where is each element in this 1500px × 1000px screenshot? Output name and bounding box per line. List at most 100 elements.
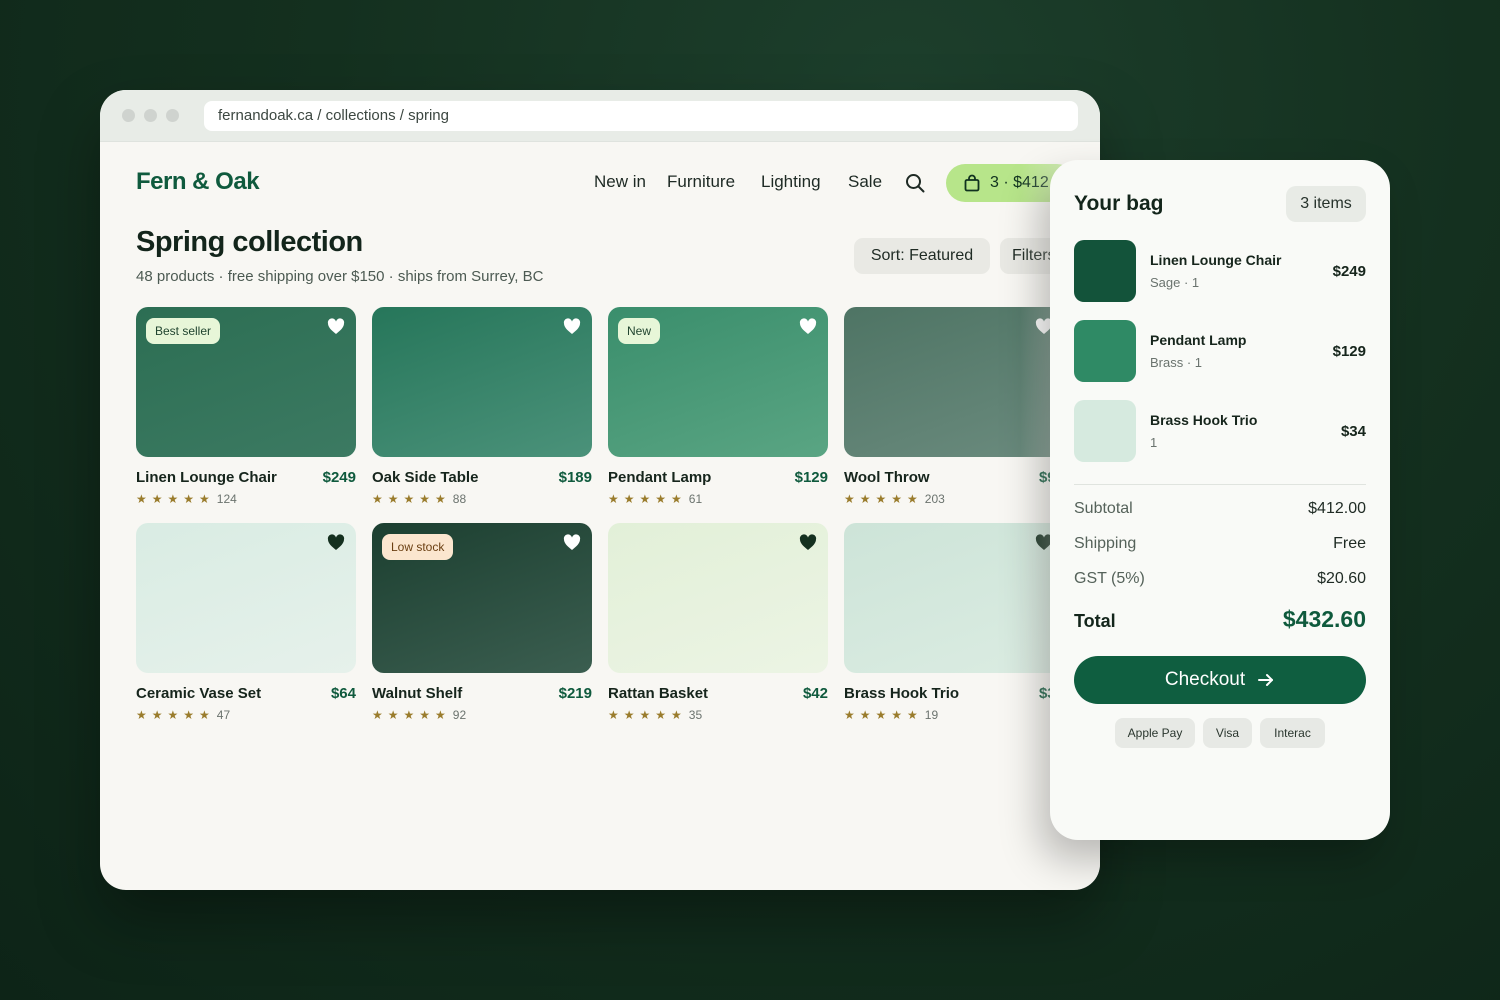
page-subtitle: 48 products · free shipping over $150 · … xyxy=(136,268,544,285)
window-minimize-dot[interactable] xyxy=(144,109,157,122)
product-rating: ★★★★★ 47 xyxy=(136,708,230,722)
star-icons: ★★★★★ xyxy=(372,492,451,506)
product-name[interactable]: Linen Lounge Chair xyxy=(136,469,277,486)
product-price: $249 xyxy=(322,469,356,486)
nav-link-furniture[interactable]: Furniture xyxy=(667,172,735,192)
review-count: 61 xyxy=(688,492,703,506)
product-rating: ★★★★★ 92 xyxy=(372,708,466,722)
bag-item-price: $129 xyxy=(1332,343,1366,360)
product-image[interactable] xyxy=(372,307,592,457)
shopping-bag-icon xyxy=(964,174,980,192)
product-name[interactable]: Ceramic Vase Set xyxy=(136,685,261,702)
bag-item-price: $34 xyxy=(1340,423,1366,440)
heart-icon[interactable] xyxy=(327,318,345,335)
product-name[interactable]: Oak Side Table xyxy=(372,469,478,486)
bag-item-thumbnail xyxy=(1074,320,1136,382)
total-value: $432.60 xyxy=(1282,606,1366,632)
review-count: 124 xyxy=(216,492,237,506)
nav-link-new-in[interactable]: New in xyxy=(594,172,646,192)
payment-visa: Visa xyxy=(1203,718,1252,748)
product-card-linen-lounge-chair[interactable]: Best seller Linen Lounge Chair $249 ★★★★★ 12… xyxy=(136,307,356,506)
star-icons: ★★★★★ xyxy=(136,708,215,722)
product-price: $42 xyxy=(802,685,828,702)
bag-item-thumbnail xyxy=(1074,400,1136,462)
tax-value: $20.60 xyxy=(1317,570,1366,587)
bag-title: Your bag xyxy=(1074,192,1164,215)
heart-icon[interactable] xyxy=(799,318,817,335)
bag-line-linen-lounge-chair[interactable]: Linen Lounge Chair Sage · 1 $249 xyxy=(1074,240,1366,302)
star-icons: ★★★★★ xyxy=(844,708,923,722)
product-card-ceramic-vase-set[interactable]: Ceramic Vase Set $64 ★★★★★ 47 xyxy=(136,523,356,722)
product-name[interactable]: Brass Hook Trio xyxy=(844,685,959,702)
heart-icon[interactable] xyxy=(563,318,581,335)
window-maximize-dot[interactable] xyxy=(166,109,179,122)
product-image[interactable]: Best seller xyxy=(136,307,356,457)
product-rating: ★★★★★ 35 xyxy=(608,708,702,722)
product-image[interactable] xyxy=(136,523,356,673)
payment-interac: Interac xyxy=(1260,718,1325,748)
product-image[interactable]: New xyxy=(608,307,828,457)
product-rating: ★★★★★ 124 xyxy=(136,492,237,506)
product-rating: ★★★★★ 19 xyxy=(844,708,938,722)
search-icon[interactable] xyxy=(904,172,926,194)
review-count: 92 xyxy=(452,708,467,722)
product-price: $64 xyxy=(330,685,356,702)
product-rating: ★★★★★ 88 xyxy=(372,492,466,506)
review-count: 47 xyxy=(216,708,231,722)
review-count: 19 xyxy=(924,708,939,722)
product-name[interactable]: Rattan Basket xyxy=(608,685,708,702)
product-card-oak-side-table[interactable]: Oak Side Table $189 ★★★★★ 88 xyxy=(372,307,592,506)
heart-icon[interactable] xyxy=(799,534,817,551)
site-logo[interactable]: Fern & Oak xyxy=(136,168,260,196)
star-icons: ★★★★★ xyxy=(372,708,451,722)
bag-item-name: Linen Lounge Chair xyxy=(1150,252,1282,268)
bag-item-name: Brass Hook Trio xyxy=(1150,412,1258,428)
heart-icon[interactable] xyxy=(563,534,581,551)
total-label: Total xyxy=(1074,611,1116,631)
star-icons: ★★★★★ xyxy=(608,708,687,722)
shipping-label: Shipping xyxy=(1074,535,1137,552)
bag-item-thumbnail xyxy=(1074,240,1136,302)
bag-item-variant: Brass · 1 xyxy=(1150,355,1203,370)
payment-apple-pay: Apple Pay xyxy=(1115,718,1195,748)
checkout-button[interactable]: Checkout xyxy=(1074,656,1366,704)
sort-button[interactable]: Sort: Featured xyxy=(854,238,990,274)
product-card-pendant-lamp[interactable]: New Pendant Lamp $129 ★★★★★ 61 xyxy=(608,307,828,506)
browser-chrome: fernandoak.ca / collections / spring xyxy=(100,90,1100,142)
subtotal-value: $412.00 xyxy=(1308,500,1366,517)
window-close-dot[interactable] xyxy=(122,109,135,122)
bag-line-brass-hook-trio[interactable]: Brass Hook Trio 1 $34 xyxy=(1074,400,1366,462)
bag-line-pendant-lamp[interactable]: Pendant Lamp Brass · 1 $129 xyxy=(1074,320,1366,382)
address-bar[interactable]: fernandoak.ca / collections / spring xyxy=(204,101,1078,131)
product-name[interactable]: Pendant Lamp xyxy=(608,469,711,486)
star-icons: ★★★★★ xyxy=(608,492,687,506)
review-count: 203 xyxy=(924,492,945,506)
page-title: Spring collection xyxy=(136,226,363,258)
bag-item-count: 3 items xyxy=(1286,186,1366,222)
product-card-walnut-shelf[interactable]: Low stock Walnut Shelf $219 ★★★★★ 92 xyxy=(372,523,592,722)
product-rating: ★★★★★ 61 xyxy=(608,492,702,506)
product-price: $129 xyxy=(794,469,828,486)
product-image[interactable] xyxy=(608,523,828,673)
bag-item-variant: 1 xyxy=(1150,435,1158,450)
product-price: $189 xyxy=(558,469,592,486)
shipping-value: Free xyxy=(1333,535,1366,552)
review-count: 88 xyxy=(452,492,467,506)
product-name[interactable]: Wool Throw xyxy=(844,469,930,486)
site-header: Fern & Oak New in Furniture Lighting Sal… xyxy=(136,162,1100,202)
bag-item-variant: Sage · 1 xyxy=(1150,275,1200,290)
checkout-label: Checkout xyxy=(1164,669,1246,690)
product-badge: Low stock xyxy=(382,534,454,560)
product-image[interactable]: Low stock xyxy=(372,523,592,673)
product-badge: Best seller xyxy=(146,318,221,344)
nav-link-lighting[interactable]: Lighting xyxy=(761,172,821,192)
browser-window: fernandoak.ca / collections / spring Fer… xyxy=(100,90,1100,890)
heart-icon[interactable] xyxy=(327,534,345,551)
nav-link-sale[interactable]: Sale xyxy=(848,172,882,192)
product-name[interactable]: Walnut Shelf xyxy=(372,685,462,702)
review-count: 35 xyxy=(688,708,703,722)
product-card-rattan-basket[interactable]: Rattan Basket $42 ★★★★★ 35 xyxy=(608,523,828,722)
bag-panel: Your bag 3 items Linen Lounge Chair Sage … xyxy=(1050,160,1390,840)
product-badge: New xyxy=(618,318,661,344)
product-price: $219 xyxy=(558,685,592,702)
